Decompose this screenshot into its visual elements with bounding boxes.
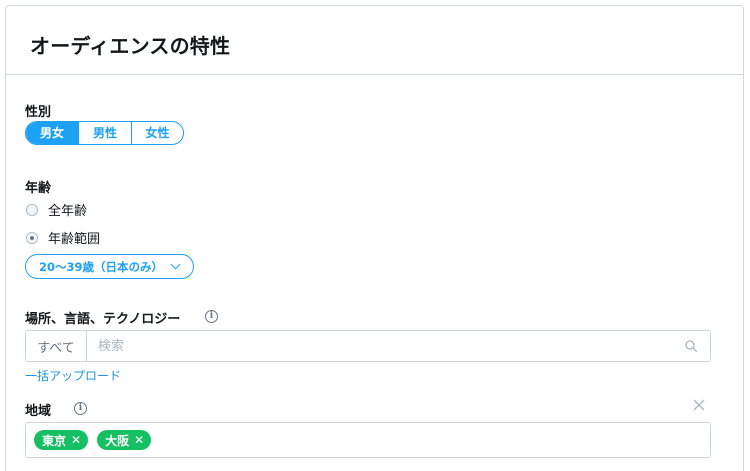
age-radio-all-label: 全年齢 [48,204,88,219]
radio-unchecked[interactable] [26,203,38,216]
info-icon[interactable]: i [205,310,218,323]
gender-option-female[interactable]: 女性 [131,122,183,144]
region-tag-label: 大阪 [105,433,130,448]
age-radio-range[interactable]: 年齢範囲 [26,228,100,247]
close-icon[interactable] [692,398,706,412]
gender-option-male[interactable]: 男性 [78,122,131,144]
gender-option-all[interactable]: 男女 [26,122,78,144]
targeting-search: すべて [25,330,711,362]
region-tag-label: 東京 [42,433,67,448]
radio-checked[interactable] [26,231,38,244]
audience-card: オーディエンスの特性 [5,5,744,471]
region-tag: 大阪 ✕ [97,430,152,450]
search-icon[interactable] [685,340,697,352]
targeting-label: 場所、言語、テクノロジー [25,312,181,327]
search-input[interactable] [87,331,710,361]
age-range-dropdown[interactable]: 20〜39歳（日本のみ） [25,254,194,279]
age-radio-all[interactable]: 全年齢 [26,200,87,219]
close-icon[interactable]: ✕ [71,434,81,446]
age-radio-range-label: 年齢範囲 [48,232,101,247]
card-title: オーディエンスの特性 [30,34,231,58]
bulk-upload-link[interactable]: 一括アップロード [25,367,121,384]
close-icon[interactable]: ✕ [134,434,144,446]
info-icon[interactable]: i [74,402,87,415]
age-label: 年齢 [25,181,52,196]
gender-segmented-control: 男女 男性 女性 [25,121,184,145]
card-header: オーディエンスの特性 [6,6,743,75]
chevron-down-icon [170,259,181,270]
gender-label: 性別 [25,105,52,120]
age-range-value: 20〜39歳（日本のみ） [39,259,164,274]
search-scope-button[interactable]: すべて [26,331,87,361]
region-tag-box[interactable]: 東京 ✕ 大阪 ✕ [25,422,711,458]
region-tag: 東京 ✕ [34,430,89,450]
region-label: 地域 [25,404,52,419]
